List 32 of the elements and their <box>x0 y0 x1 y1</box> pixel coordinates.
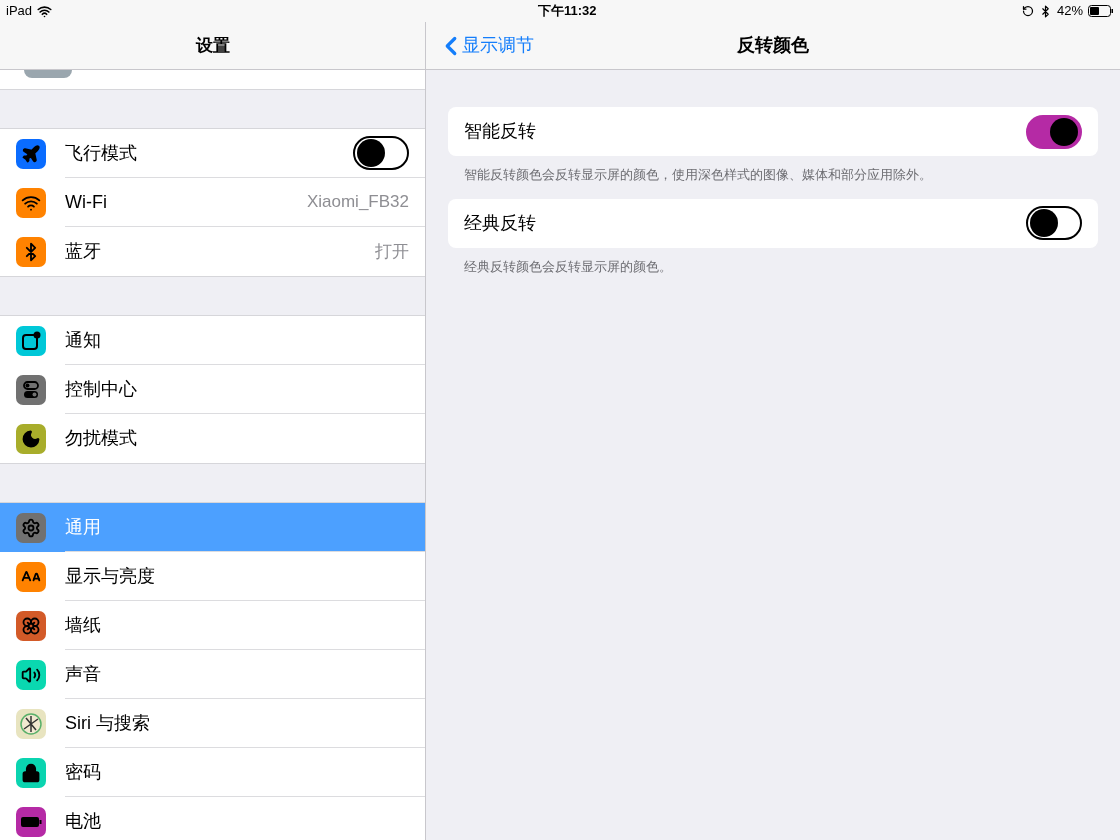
page-title: 反转颜色 <box>737 34 809 57</box>
row-label: Siri 与搜索 <box>65 711 150 735</box>
row-label: 控制中心 <box>65 377 137 401</box>
sidebar-title: 设置 <box>195 34 230 57</box>
row-value: 打开 <box>375 240 409 263</box>
row-label: 勿扰模式 <box>65 427 137 450</box>
row-label: 通知 <box>65 328 101 352</box>
row-label: 声音 <box>65 662 101 686</box>
back-button[interactable]: 显示调节 <box>426 30 534 61</box>
device-name: iPad <box>6 2 33 21</box>
row-label: 飞行模式 <box>65 141 137 165</box>
row-label: 电池 <box>65 810 101 833</box>
row-label: 通用 <box>65 515 101 539</box>
row-value: Xiaomi_FB32 <box>306 191 409 214</box>
row-label: 墙纸 <box>65 613 101 637</box>
option-description: 智能反转颜色会反转显示屏的颜色，使用深色样式的图像、媒体和部分应用除外。 <box>463 166 933 184</box>
battery-percentage: 42% <box>1056 2 1083 21</box>
avatar-placeholder <box>24 70 72 78</box>
row-label: 显示与亮度 <box>65 564 155 588</box>
row-label: 蓝牙 <box>65 240 101 263</box>
toggle-switch[interactable] <box>1026 206 1082 240</box>
option-label: 经典反转 <box>464 211 536 235</box>
option-label: 智能反转 <box>464 120 536 143</box>
row-label: Wi-Fi <box>65 190 107 214</box>
battery-icon <box>1088 5 1114 17</box>
toggle-switch[interactable] <box>1026 114 1082 149</box>
toggle-switch[interactable] <box>353 136 409 170</box>
rotation-lock-icon <box>1021 5 1034 17</box>
option-description: 经典反转颜色会反转显示屏的颜色。 <box>463 257 673 276</box>
clock-time: 下午11:32 <box>538 2 597 21</box>
row-label: 密码 <box>65 760 101 784</box>
wifi-signal-icon <box>37 3 53 19</box>
